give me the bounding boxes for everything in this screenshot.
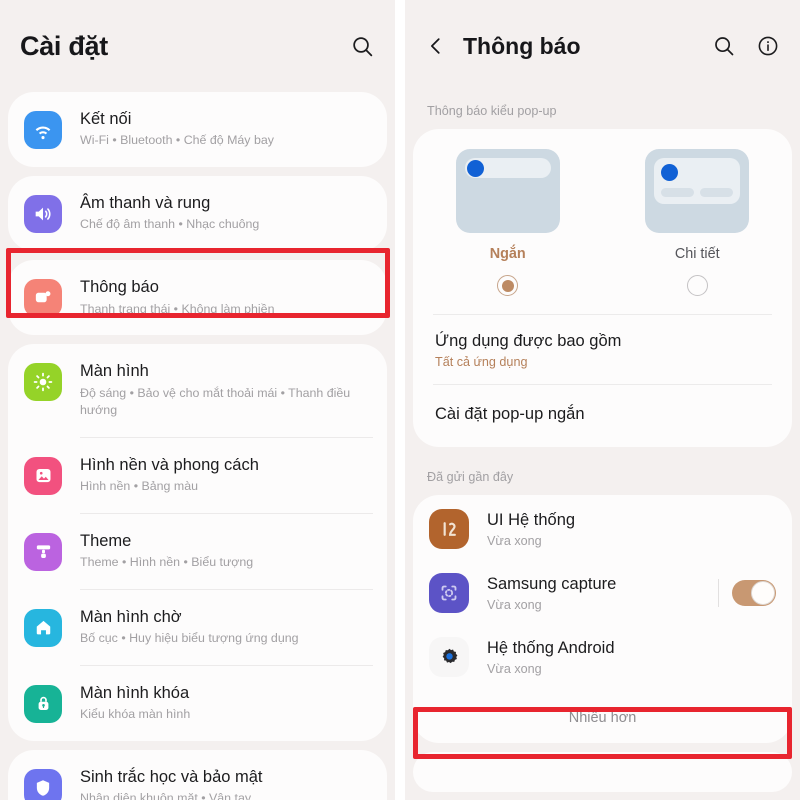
sidebar-item-lock-screen[interactable]: Màn hình khóa Kiểu khóa màn hình xyxy=(8,666,387,741)
preview-detailed-icon xyxy=(645,149,750,233)
list-item[interactable]: Hệ thống Android Vừa xong xyxy=(413,625,792,693)
back-chevron-icon[interactable] xyxy=(425,35,447,57)
option-title: Cài đặt pop-up ngắn xyxy=(435,405,585,424)
notifications-header: Thông báo xyxy=(405,0,800,92)
popup-style-selector: Ngắn Chi tiết xyxy=(413,129,792,300)
toggle-knob xyxy=(751,580,775,605)
recent-apps-card: UI Hệ thống Vừa xong Samsung capture Vừa… xyxy=(413,494,792,743)
sidebar-item-subtitle: Theme • Hình nền • Biểu tượng xyxy=(80,555,254,570)
toggle-group xyxy=(718,578,776,607)
settings-group-connections: Kết nối Wi-Fi • Bluetooth • Chế độ Máy b… xyxy=(8,92,387,168)
sidebar-item-label: Màn hình chờ xyxy=(80,607,182,626)
volume-icon xyxy=(24,195,62,234)
option-brief-popup-settings[interactable]: Cài đặt pop-up ngắn xyxy=(413,385,792,446)
sidebar-item-subtitle: Chế độ âm thanh • Nhạc chuông xyxy=(80,217,260,232)
notifications-screen: Thông báo Thông báo kiểu pop-up Ngắn Chi… xyxy=(405,0,800,800)
option-title: Ứng dụng được bao gồm xyxy=(435,332,622,350)
toggle-separator xyxy=(718,578,719,607)
sidebar-item-subtitle: Thanh trạng thái • Không làm phiền xyxy=(80,301,275,316)
more-button[interactable]: Nhiều hơn xyxy=(413,693,792,743)
notification-icon xyxy=(24,279,62,318)
app-notification-toggle[interactable] xyxy=(732,579,776,606)
sidebar-item-subtitle: Wi-Fi • Bluetooth • Chế độ Máy bay xyxy=(80,133,274,148)
sidebar-item-biometrics[interactable]: Sinh trắc học và bảo mật Nhận diện khuôn… xyxy=(8,750,387,800)
settings-list[interactable]: Kết nối Wi-Fi • Bluetooth • Chế độ Máy b… xyxy=(0,92,395,800)
android-settings-icon xyxy=(429,636,469,677)
app-time: Vừa xong xyxy=(487,661,542,676)
list-item[interactable]: Samsung capture Vừa xong xyxy=(413,561,792,625)
option-subtitle: Tất cả ứng dụng xyxy=(435,355,528,370)
settings-group-notifications: Thông báo Thanh trạng thái • Không làm p… xyxy=(8,260,387,336)
sidebar-item-subtitle: Kiểu khóa màn hình xyxy=(80,707,191,722)
app-name: Samsung capture xyxy=(487,575,617,594)
sidebar-item-label: Kết nối xyxy=(80,110,132,128)
sidebar-item-display[interactable]: Màn hình Độ sáng • Bảo vệ cho mắt thoải … xyxy=(8,344,387,437)
preview-brief-icon xyxy=(455,149,560,233)
bottom-card-partial xyxy=(413,751,792,792)
wallpaper-icon xyxy=(24,456,62,495)
settings-group-sound: Âm thanh và rung Chế độ âm thanh • Nhạc … xyxy=(8,176,387,252)
popup-style-card: Ngắn Chi tiết Ứng dụng được bao gồm Tất … xyxy=(413,129,792,447)
section-label-popup: Thông báo kiểu pop-up xyxy=(427,104,557,118)
sidebar-item-label: Thông báo xyxy=(80,278,159,297)
radio-detailed[interactable] xyxy=(686,275,708,296)
search-icon[interactable] xyxy=(350,34,375,59)
sidebar-item-label: Hình nền và phong cách xyxy=(80,455,259,474)
sidebar-item-subtitle: Nhận diện khuôn mặt • Vân tay xyxy=(80,791,252,800)
sidebar-item-connections[interactable]: Kết nối Wi-Fi • Bluetooth • Chế độ Máy b… xyxy=(8,92,387,167)
settings-group-display: Màn hình Độ sáng • Bảo vệ cho mắt thoải … xyxy=(8,344,387,741)
wifi-icon xyxy=(24,111,62,149)
settings-group-biometrics: Sinh trắc học và bảo mật Nhận diện khuôn… xyxy=(8,749,387,800)
capture-icon xyxy=(429,572,469,613)
info-icon[interactable] xyxy=(756,34,780,58)
sidebar-item-sound[interactable]: Âm thanh và rung Chế độ âm thanh • Nhạc … xyxy=(8,176,387,251)
sidebar-item-wallpaper[interactable]: Hình nền và phong cách Hình nền • Bảng m… xyxy=(8,438,387,513)
sidebar-item-label: Màn hình khóa xyxy=(80,683,190,702)
radio-brief[interactable] xyxy=(497,275,519,296)
lock-icon xyxy=(24,684,62,723)
dual-screenshot-container: Cài đặt Kết nối Wi-Fi • Bluetooth • Chế … xyxy=(0,0,800,800)
search-icon[interactable] xyxy=(712,34,736,58)
page-title: Thông báo xyxy=(463,32,581,59)
notifications-content[interactable]: Thông báo kiểu pop-up Ngắn Chi tiết Ứng … xyxy=(405,92,800,800)
home-icon xyxy=(24,608,62,647)
sidebar-item-theme[interactable]: Theme Theme • Hình nền • Biểu tượng xyxy=(8,514,387,589)
list-item[interactable]: UI Hệ thống Vừa xong xyxy=(413,495,792,561)
screen-separator xyxy=(395,0,405,800)
sidebar-item-subtitle: Bố cục • Huy hiệu biểu tượng ứng dụng xyxy=(80,631,299,646)
sidebar-item-label: Âm thanh và rung xyxy=(80,194,211,213)
popup-style-label: Ngắn xyxy=(489,246,526,262)
sidebar-item-subtitle: Hình nền • Bảng màu xyxy=(80,479,198,494)
sidebar-item-label: Sinh trắc học và bảo mật xyxy=(80,767,263,786)
app-name: UI Hệ thống xyxy=(487,511,576,530)
settings-screen: Cài đặt Kết nối Wi-Fi • Bluetooth • Chế … xyxy=(0,0,395,800)
app-name: Hệ thống Android xyxy=(487,639,615,658)
app-time: Vừa xong xyxy=(487,597,542,612)
section-label-recent: Đã gửi gần đây xyxy=(427,469,514,484)
popup-style-option-brief[interactable]: Ngắn xyxy=(413,149,603,296)
clock-12-icon xyxy=(429,508,469,549)
sidebar-item-notifications[interactable]: Thông báo Thanh trạng thái • Không làm p… xyxy=(8,260,387,335)
app-time: Vừa xong xyxy=(487,533,542,548)
theme-icon xyxy=(24,532,62,571)
shield-icon xyxy=(24,768,62,800)
brightness-icon xyxy=(24,363,62,402)
sidebar-item-label: Theme xyxy=(80,531,132,550)
sidebar-item-label: Màn hình xyxy=(80,362,149,381)
popup-style-option-detailed[interactable]: Chi tiết xyxy=(603,149,793,296)
page-title: Cài đặt xyxy=(20,30,108,61)
sidebar-item-home-screen[interactable]: Màn hình chờ Bố cục • Huy hiệu biểu tượn… xyxy=(8,590,387,665)
popup-style-label: Chi tiết xyxy=(674,246,720,262)
settings-header: Cài đặt xyxy=(0,0,395,92)
option-included-apps[interactable]: Ứng dụng được bao gồm Tất cả ứng dụng xyxy=(413,315,792,384)
sidebar-item-subtitle: Độ sáng • Bảo vệ cho mắt thoải mái • Tha… xyxy=(80,385,351,418)
